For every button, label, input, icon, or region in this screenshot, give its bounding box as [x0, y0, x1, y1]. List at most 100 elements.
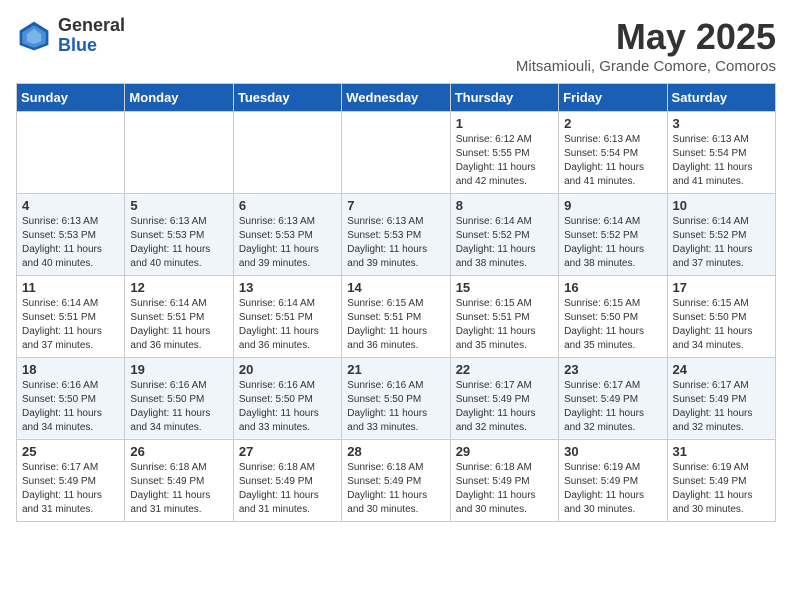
day-info: Sunrise: 6:14 AM Sunset: 5:52 PM Dayligh… [456, 215, 553, 271]
day-info: Sunrise: 6:14 AM Sunset: 5:51 PM Dayligh… [130, 297, 227, 353]
day-number: 10 [673, 198, 770, 213]
day-info: Sunrise: 6:18 AM Sunset: 5:49 PM Dayligh… [347, 461, 444, 517]
day-number: 1 [456, 116, 553, 131]
calendar-week-2: 4 Sunrise: 6:13 AM Sunset: 5:53 PM Daylig… [17, 194, 776, 276]
col-header-saturday: Saturday [667, 84, 775, 112]
day-info: Sunrise: 6:13 AM Sunset: 5:53 PM Dayligh… [130, 215, 227, 271]
calendar-cell: 12 Sunrise: 6:14 AM Sunset: 5:51 PM Dayli… [125, 276, 233, 358]
day-number: 30 [564, 444, 661, 459]
col-header-wednesday: Wednesday [342, 84, 450, 112]
col-header-tuesday: Tuesday [233, 84, 341, 112]
calendar-cell: 2Sunrise: 6:13 AM Sunset: 5:54 PM Daylig… [559, 112, 667, 194]
calendar-cell: 10 Sunrise: 6:14 AM Sunset: 5:52 PM Dayli… [667, 194, 775, 276]
calendar-cell: 30 Sunrise: 6:19 AM Sunset: 5:49 PM Dayli… [559, 440, 667, 522]
col-header-friday: Friday [559, 84, 667, 112]
day-number: 18 [22, 362, 119, 377]
day-number: 4 [22, 198, 119, 213]
calendar-cell: 16 Sunrise: 6:15 AM Sunset: 5:50 PM Dayli… [559, 276, 667, 358]
day-number: 31 [673, 444, 770, 459]
day-number: 2 [564, 116, 661, 131]
calendar-cell: 29Sunrise: 6:18 AM Sunset: 5:49 PM Dayli… [450, 440, 558, 522]
day-number: 11 [22, 280, 119, 295]
day-info: Sunrise: 6:14 AM Sunset: 5:51 PM Dayligh… [22, 297, 119, 353]
calendar-cell: 4 Sunrise: 6:13 AM Sunset: 5:53 PM Daylig… [17, 194, 125, 276]
day-info: Sunrise: 6:18 AM Sunset: 5:49 PM Dayligh… [239, 461, 336, 517]
logo-blue-text: Blue [58, 36, 125, 56]
calendar-week-5: 25Sunrise: 6:17 AM Sunset: 5:49 PM Dayli… [17, 440, 776, 522]
day-info: Sunrise: 6:13 AM Sunset: 5:53 PM Dayligh… [239, 215, 336, 271]
day-info: Sunrise: 6:14 AM Sunset: 5:52 PM Dayligh… [673, 215, 770, 271]
calendar-cell: 18 Sunrise: 6:16 AM Sunset: 5:50 PM Dayli… [17, 358, 125, 440]
day-info: Sunrise: 6:16 AM Sunset: 5:50 PM Dayligh… [22, 379, 119, 435]
day-number: 20 [239, 362, 336, 377]
day-number: 14 [347, 280, 444, 295]
day-number: 12 [130, 280, 227, 295]
location-subtitle: Mitsamiouli, Grande Comore, Comoros [516, 58, 776, 75]
day-info: Sunrise: 6:18 AM Sunset: 5:49 PM Dayligh… [130, 461, 227, 517]
day-number: 27 [239, 444, 336, 459]
day-info: Sunrise: 6:16 AM Sunset: 5:50 PM Dayligh… [347, 379, 444, 435]
day-info: Sunrise: 6:19 AM Sunset: 5:49 PM Dayligh… [673, 461, 770, 517]
day-number: 24 [673, 362, 770, 377]
day-info: Sunrise: 6:17 AM Sunset: 5:49 PM Dayligh… [456, 379, 553, 435]
day-info: Sunrise: 6:13 AM Sunset: 5:53 PM Dayligh… [347, 215, 444, 271]
calendar-cell: 25Sunrise: 6:17 AM Sunset: 5:49 PM Dayli… [17, 440, 125, 522]
calendar-header-row: SundayMondayTuesdayWednesdayThursdayFrid… [17, 84, 776, 112]
calendar-week-4: 18 Sunrise: 6:16 AM Sunset: 5:50 PM Dayli… [17, 358, 776, 440]
col-header-monday: Monday [125, 84, 233, 112]
day-number: 15 [456, 280, 553, 295]
calendar-cell: 3 Sunrise: 6:13 AM Sunset: 5:54 PM Daylig… [667, 112, 775, 194]
calendar-cell: 27 Sunrise: 6:18 AM Sunset: 5:49 PM Dayli… [233, 440, 341, 522]
calendar-table: SundayMondayTuesdayWednesdayThursdayFrid… [16, 83, 776, 522]
calendar-cell: 15 Sunrise: 6:15 AM Sunset: 5:51 PM Dayli… [450, 276, 558, 358]
day-number: 26 [130, 444, 227, 459]
day-info: Sunrise: 6:15 AM Sunset: 5:51 PM Dayligh… [347, 297, 444, 353]
calendar-cell [17, 112, 125, 194]
day-info: Sunrise: 6:13 AM Sunset: 5:54 PM Dayligh… [673, 133, 770, 189]
day-number: 16 [564, 280, 661, 295]
day-info: Sunrise: 6:14 AM Sunset: 5:52 PM Dayligh… [564, 215, 661, 271]
day-number: 21 [347, 362, 444, 377]
logo-text: General Blue [58, 16, 125, 56]
day-number: 6 [239, 198, 336, 213]
day-number: 9 [564, 198, 661, 213]
calendar-cell: 6 Sunrise: 6:13 AM Sunset: 5:53 PM Daylig… [233, 194, 341, 276]
calendar-cell: 19Sunrise: 6:16 AM Sunset: 5:50 PM Dayli… [125, 358, 233, 440]
title-block: May 2025 Mitsamiouli, Grande Comore, Com… [516, 16, 776, 75]
calendar-cell [342, 112, 450, 194]
calendar-cell: 17 Sunrise: 6:15 AM Sunset: 5:50 PM Dayli… [667, 276, 775, 358]
calendar-week-1: 1Sunrise: 6:12 AM Sunset: 5:55 PM Daylig… [17, 112, 776, 194]
page-header: General Blue May 2025 Mitsamiouli, Grand… [16, 16, 776, 75]
day-number: 7 [347, 198, 444, 213]
calendar-cell: 21 Sunrise: 6:16 AM Sunset: 5:50 PM Dayli… [342, 358, 450, 440]
day-number: 28 [347, 444, 444, 459]
logo-icon [16, 18, 52, 54]
day-number: 17 [673, 280, 770, 295]
calendar-cell: 20 Sunrise: 6:16 AM Sunset: 5:50 PM Dayli… [233, 358, 341, 440]
day-info: Sunrise: 6:19 AM Sunset: 5:49 PM Dayligh… [564, 461, 661, 517]
day-number: 3 [673, 116, 770, 131]
day-info: Sunrise: 6:15 AM Sunset: 5:50 PM Dayligh… [673, 297, 770, 353]
day-info: Sunrise: 6:15 AM Sunset: 5:51 PM Dayligh… [456, 297, 553, 353]
day-number: 22 [456, 362, 553, 377]
calendar-cell [233, 112, 341, 194]
calendar-cell: 14 Sunrise: 6:15 AM Sunset: 5:51 PM Dayli… [342, 276, 450, 358]
calendar-cell: 11 Sunrise: 6:14 AM Sunset: 5:51 PM Dayli… [17, 276, 125, 358]
day-info: Sunrise: 6:17 AM Sunset: 5:49 PM Dayligh… [564, 379, 661, 435]
calendar-cell: 24 Sunrise: 6:17 AM Sunset: 5:49 PM Dayli… [667, 358, 775, 440]
day-info: Sunrise: 6:15 AM Sunset: 5:50 PM Dayligh… [564, 297, 661, 353]
day-number: 8 [456, 198, 553, 213]
calendar-cell: 9 Sunrise: 6:14 AM Sunset: 5:52 PM Daylig… [559, 194, 667, 276]
day-info: Sunrise: 6:14 AM Sunset: 5:51 PM Dayligh… [239, 297, 336, 353]
day-info: Sunrise: 6:17 AM Sunset: 5:49 PM Dayligh… [673, 379, 770, 435]
day-info: Sunrise: 6:16 AM Sunset: 5:50 PM Dayligh… [130, 379, 227, 435]
month-year-title: May 2025 [516, 16, 776, 58]
calendar-cell: 28 Sunrise: 6:18 AM Sunset: 5:49 PM Dayli… [342, 440, 450, 522]
logo-general-text: General [58, 16, 125, 36]
calendar-cell: 23Sunrise: 6:17 AM Sunset: 5:49 PM Dayli… [559, 358, 667, 440]
logo: General Blue [16, 16, 125, 56]
day-info: Sunrise: 6:16 AM Sunset: 5:50 PM Dayligh… [239, 379, 336, 435]
day-info: Sunrise: 6:13 AM Sunset: 5:53 PM Dayligh… [22, 215, 119, 271]
day-info: Sunrise: 6:18 AM Sunset: 5:49 PM Dayligh… [456, 461, 553, 517]
calendar-cell: 22 Sunrise: 6:17 AM Sunset: 5:49 PM Dayli… [450, 358, 558, 440]
